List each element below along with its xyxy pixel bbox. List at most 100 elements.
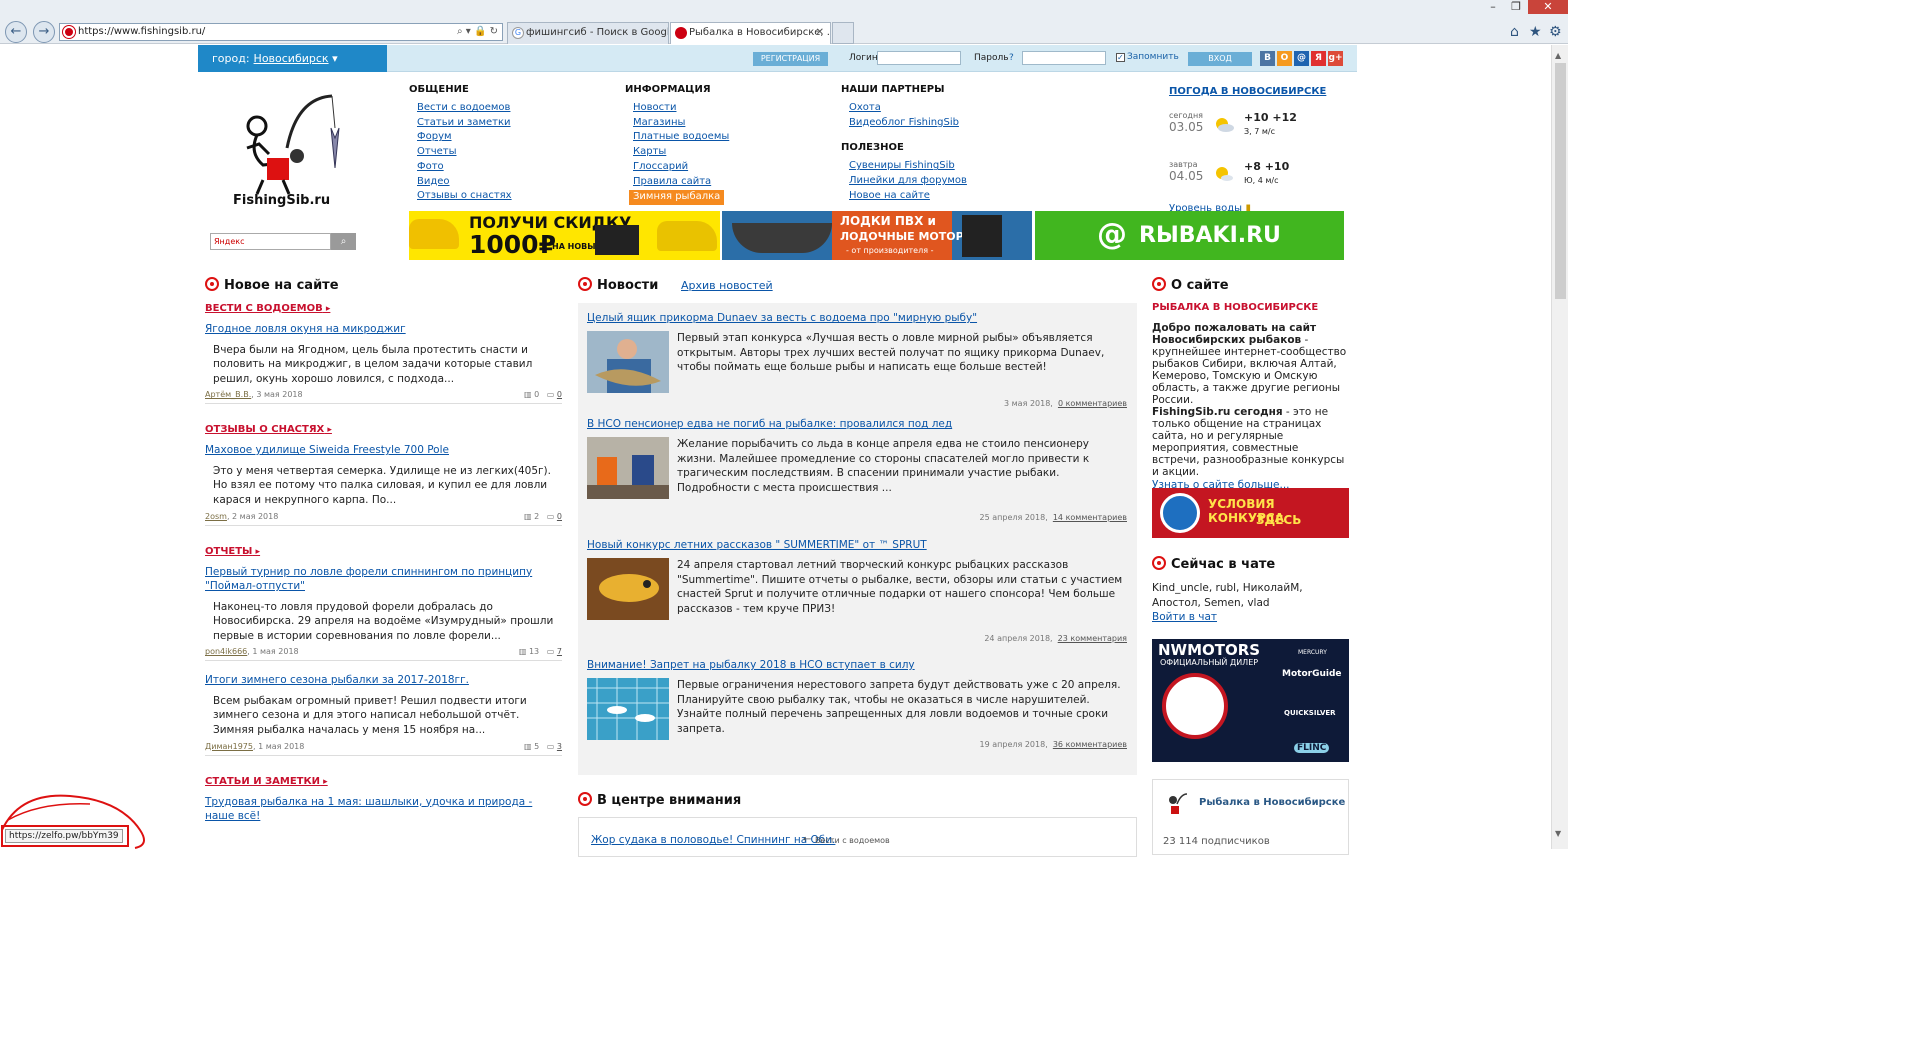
weather-title-link[interactable]: ПОГОДА В НОВОСИБИРСКЕ [1169, 86, 1326, 97]
category-link[interactable]: СТАТЬИ И ЗАМЕТКИ [205, 776, 562, 787]
tab-google[interactable]: G фишингсиб - Поиск в Google [507, 22, 669, 44]
menu-link[interactable]: Карты [633, 145, 729, 160]
remember-checkbox[interactable]: ✓ Запомнить [1116, 52, 1179, 62]
author-link[interactable]: Диман1975 [205, 742, 253, 751]
menu-link[interactable]: Новое на сайте [849, 189, 967, 204]
focus-category[interactable]: Вести с водоемов [815, 836, 890, 845]
menu-link[interactable]: Сувениры FishingSib [849, 159, 967, 174]
category-link[interactable]: ОТЗЫВЫ О СНАСТЯХ [205, 424, 562, 435]
author-link[interactable]: pon4ik666 [205, 647, 247, 656]
comments-count[interactable]: 3 [557, 742, 562, 751]
item-title-link[interactable]: Итоги зимнего сезона рыбалки за 2017-201… [205, 673, 562, 688]
banner-boats[interactable]: ЛОДКИ ПВХ и ЛОДОЧНЫЕ МОТОРЫ - от произво… [722, 211, 1032, 260]
news-title-link[interactable]: Целый ящик прикорма Dunaev за весть с во… [587, 311, 1127, 325]
city-selector[interactable]: город: Новосибирск ▾ [198, 45, 387, 72]
scroll-down-icon[interactable]: ▼ [1555, 829, 1561, 838]
comments-count[interactable]: 7 [557, 647, 562, 656]
menu-link[interactable]: Вести с водоемов [417, 101, 512, 116]
menu-link[interactable]: Линейки для форумов [849, 174, 967, 189]
author-link[interactable]: Артём_В.В. [205, 390, 251, 399]
address-bar[interactable]: https://www.fishingsib.ru/ ⌕ ▾ 🔒 ↻ [59, 23, 503, 41]
odnoklassniki-icon[interactable]: О [1277, 51, 1292, 66]
item-title-link[interactable]: Трудовая рыбалка на 1 мая: шашлыки, удоч… [205, 795, 562, 824]
menu-link-winter-fishing[interactable]: Зимняя рыбалка [629, 190, 725, 205]
news-image-rescue[interactable] [587, 437, 669, 499]
news-comments-link[interactable]: 23 комментария [1058, 634, 1127, 643]
help-icon[interactable]: ? [1009, 53, 1014, 63]
vk-icon[interactable]: В [1260, 51, 1275, 66]
menu-link[interactable]: Охота [849, 101, 967, 116]
menu-link[interactable]: Видеоблог FishingSib [849, 116, 967, 131]
new-tab-button[interactable] [832, 22, 854, 44]
minimize-icon[interactable]: – [1482, 0, 1504, 14]
favorites-star-icon[interactable]: ★ [1529, 24, 1542, 40]
news-comments-link[interactable]: 14 комментариев [1053, 513, 1127, 522]
category-link[interactable]: ВЕСТИ С ВОДОЕМОВ [205, 303, 562, 314]
page-scrollbar[interactable]: ▲ ▼ [1551, 45, 1568, 849]
settings-gear-icon[interactable]: ⚙ [1549, 24, 1562, 40]
contest-banner[interactable]: УСЛОВИЯ КОНКУРСА ЗДЕСЬ [1152, 488, 1349, 538]
news-image-net[interactable] [587, 678, 669, 740]
motor-icon [962, 215, 1002, 257]
vk-group-name[interactable]: Рыбалка в Новосибирске [1199, 797, 1345, 808]
news-title-link[interactable]: В НСО пенсионер едва не погиб на рыбалке… [587, 417, 1127, 431]
forward-arrow-icon[interactable]: → [33, 21, 55, 43]
vk-widget: Рыбалка в Новосибирске 23 114 подписчико… [1152, 779, 1349, 855]
menu-link[interactable]: Отзывы о снастях [417, 189, 512, 204]
menu-link[interactable]: Видео [417, 175, 512, 190]
nwmotors-banner[interactable]: NWMOTORS ОФИЦИАЛЬНЫЙ ДИЛЕР MERCURY Motor… [1152, 639, 1349, 762]
news-image-lure[interactable] [587, 558, 669, 620]
scroll-up-icon[interactable]: ▲ [1555, 51, 1561, 60]
address-tools-icon[interactable]: ⌕ ▾ 🔒 ↻ [457, 24, 498, 40]
menu-link[interactable]: Платные водоемы [633, 130, 729, 145]
scrollbar-thumb[interactable] [1555, 63, 1566, 299]
menu-link[interactable]: Статьи и заметки [417, 116, 512, 131]
section-title: Сейчас в чате [1171, 557, 1276, 572]
group-avatar[interactable] [1163, 792, 1191, 816]
banner-discount[interactable]: ПОЛУЧИ СКИДКУ 1000₽ НА НОВЫЙ [409, 211, 720, 260]
home-icon[interactable]: ⌂ [1510, 24, 1519, 40]
window-close-icon[interactable]: ✕ [1528, 0, 1568, 14]
banner-rybaki[interactable]: @ RЫBAKI.RU [1035, 211, 1344, 260]
news-title-link[interactable]: Внимание! Запрет на рыбалку 2018 в НСО в… [587, 658, 1127, 672]
news-item: Целый ящик прикорма Dunaev за весть с во… [587, 311, 1127, 411]
login-button[interactable]: ВХОД [1188, 52, 1252, 66]
lure-icon [1152, 556, 1166, 570]
mailru-icon[interactable]: @ [1294, 51, 1309, 66]
focus-link[interactable]: Жор судака в половодье! Спиннинг на Оби. [591, 834, 835, 846]
menu-link[interactable]: Глоссарий [633, 160, 729, 175]
tab-fishingsib[interactable]: Рыбалка в Новосибирске, ... ✕ [670, 22, 831, 44]
category-link[interactable]: ОТЧЕТЫ [205, 546, 562, 557]
back-arrow-icon[interactable]: ← [5, 21, 27, 43]
search-icon[interactable]: ⌕ [331, 233, 356, 250]
menu-link[interactable]: Отчеты [417, 145, 512, 160]
city-value[interactable]: Новосибирск [254, 52, 329, 65]
yandex-icon[interactable]: Я [1311, 51, 1326, 66]
chat-enter-link[interactable]: Войти в чат [1152, 611, 1217, 623]
menu-column-obshenie: ОБЩЕНИЕ Вести с водоемов Статьи и заметк… [409, 84, 512, 204]
menu-link[interactable]: Форум [417, 130, 512, 145]
close-tab-icon[interactable]: ✕ [816, 23, 824, 43]
menu-link[interactable]: Фото [417, 160, 512, 175]
yandex-search-input[interactable]: Яндекс [210, 233, 331, 250]
news-image-fisherman[interactable] [587, 331, 669, 393]
news-archive-link[interactable]: Архив новостей [681, 279, 773, 292]
item-title-link[interactable]: Первый турнир по ловле форели спиннингом… [205, 565, 562, 594]
news-comments-link[interactable]: 0 комментариев [1058, 399, 1127, 408]
comments-count[interactable]: 0 [557, 512, 562, 521]
menu-link[interactable]: Правила сайта [633, 175, 729, 190]
google-plus-icon[interactable]: g+ [1328, 51, 1343, 66]
author-link[interactable]: 2osm [205, 512, 227, 521]
password-input[interactable] [1022, 51, 1106, 65]
views-icon: ▥ [523, 741, 532, 751]
login-input[interactable] [877, 51, 961, 65]
item-title-link[interactable]: Ягодное ловля окуня на микроджиг [205, 322, 562, 337]
item-title-link[interactable]: Маховое удилище Siweida Freestyle 700 Po… [205, 443, 562, 458]
comments-count[interactable]: 0 [557, 390, 562, 399]
news-title-link[interactable]: Новый конкурс летних рассказов " SUMMERT… [587, 538, 1127, 552]
menu-link[interactable]: Новости [633, 101, 729, 116]
register-button[interactable]: РЕГИСТРАЦИЯ [753, 52, 828, 66]
news-comments-link[interactable]: 36 комментариев [1053, 740, 1127, 749]
restore-icon[interactable]: ❐ [1505, 0, 1527, 14]
menu-link[interactable]: Магазины [633, 116, 729, 131]
